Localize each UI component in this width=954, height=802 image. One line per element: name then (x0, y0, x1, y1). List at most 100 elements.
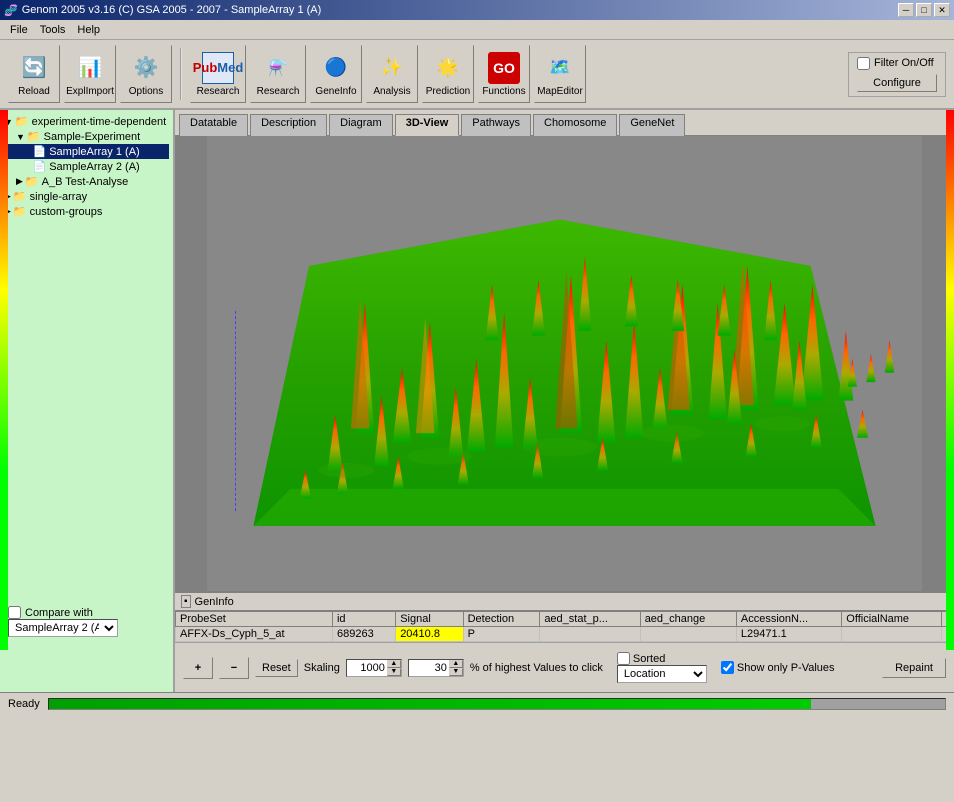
3d-view[interactable] (175, 136, 954, 591)
mapeditor-button[interactable]: 🗺️ MapEditor (534, 45, 586, 103)
filter-label: Filter On/Off (874, 57, 934, 69)
geninfo-table: ProbeSet id Signal Detection aed_stat_p.… (175, 611, 954, 642)
tab-description[interactable]: Description (250, 114, 327, 136)
sidebar-item-ab-test[interactable]: ▶ 📁 A_B Test-Analyse (4, 174, 169, 189)
num-value[interactable] (409, 661, 449, 675)
prediction-label: Prediction (426, 86, 470, 97)
col-official-name: OfficialName (842, 612, 941, 627)
filter-checkbox[interactable] (857, 57, 870, 70)
geneinfo-button[interactable]: 🔵 GeneInfo (310, 45, 362, 103)
medresearch-label: Research (257, 86, 300, 97)
functions-button[interactable]: GO Functions (478, 45, 530, 103)
skaling-input: ▲ ▼ (346, 659, 402, 677)
sorted-checkbox[interactable] (617, 652, 630, 665)
sidebar-item-label: custom-groups (30, 206, 103, 218)
skaling-up[interactable]: ▲ (387, 660, 401, 668)
zoom-out-button[interactable]: − (219, 657, 249, 679)
sidebar-item-custom-groups[interactable]: ▶ 📁 custom-groups (4, 204, 169, 219)
col-signal: Signal (396, 612, 463, 627)
cell-detection: P (463, 627, 540, 642)
menu-tools[interactable]: Tools (34, 22, 72, 38)
titlebar-controls[interactable]: ─ □ ✕ (898, 3, 950, 17)
col-aed-stat: aed_stat_p... (540, 612, 640, 627)
minimize-button[interactable]: ─ (898, 3, 914, 17)
spacer (28, 162, 31, 172)
status-text: Ready (8, 698, 40, 710)
repaint-button[interactable]: Repaint (882, 658, 946, 678)
configure-button[interactable]: Configure (857, 74, 937, 92)
analysis-label: Analysis (373, 86, 410, 97)
reload-label: Reload (18, 86, 50, 97)
analysis-icon: ✨ (376, 52, 408, 84)
pubmed-button[interactable]: Pub Med Research (190, 45, 246, 103)
options-button[interactable]: ⚙️ Options (120, 45, 172, 103)
content-area: Datatable Description Diagram 3D-View Pa… (175, 110, 954, 692)
geneinfo-label: GeneInfo (315, 86, 356, 97)
sidebar-item-label: Sample-Experiment (44, 131, 141, 143)
reload-button[interactable]: 🔄 Reload (8, 45, 60, 103)
cell-probeset: AFFX-Ds_Cyph_5_at (176, 627, 333, 642)
geninfo-title: GenInfo (195, 596, 234, 608)
folder-icon: 📁 (15, 115, 29, 128)
folder-icon: 📁 (27, 130, 41, 143)
tab-pathways[interactable]: Pathways (461, 114, 531, 136)
num-up[interactable]: ▲ (449, 660, 463, 668)
progress-fill (49, 699, 811, 709)
skaling-down[interactable]: ▼ (387, 668, 401, 676)
functions-label: Functions (482, 86, 525, 97)
menu-help[interactable]: Help (71, 22, 106, 38)
compare-row: Compare with (8, 606, 165, 619)
medresearch-button[interactable]: ⚗️ Research (250, 45, 306, 103)
spacer (28, 147, 31, 157)
titlebar-title: 🧬 Genom 2005 v3.16 (C) GSA 2005 - 2007 -… (4, 4, 321, 17)
show-pvalues-checkbox[interactable] (721, 661, 734, 674)
folder-icon: 📁 (13, 190, 27, 203)
tab-diagram[interactable]: Diagram (329, 114, 393, 136)
num-input: ▲ ▼ (408, 659, 464, 677)
skaling-value[interactable] (347, 661, 387, 675)
analysis-button[interactable]: ✨ Analysis (366, 45, 418, 103)
compare-checkbox[interactable] (8, 606, 21, 619)
file-icon: 📄 (33, 160, 47, 173)
explimport-button[interactable]: 📊 ExplImport (64, 45, 116, 103)
num-down[interactable]: ▼ (449, 668, 463, 676)
sidebar-item-sample-experiment[interactable]: ▼ 📁 Sample-Experiment (4, 129, 169, 144)
zoom-in-button[interactable]: + (183, 657, 213, 679)
prediction-icon: 🌟 (432, 52, 464, 84)
options-icon: ⚙️ (130, 52, 162, 84)
geninfo-row[interactable]: AFFX-Ds_Cyph_5_at 689263 20410.8 P L2947… (176, 627, 954, 642)
prediction-button[interactable]: 🌟 Prediction (422, 45, 474, 103)
tab-3dview[interactable]: 3D-View (395, 114, 460, 136)
geninfo-minimize[interactable]: ▪ (181, 595, 191, 608)
location-dropdown[interactable]: Location (617, 665, 707, 683)
col-accession: AccessionN... (736, 612, 841, 627)
pvalues-row: Show only P-Values (721, 661, 835, 674)
pubmed-label: Research (197, 86, 240, 97)
sorted-row: Sorted (617, 652, 707, 665)
close-button[interactable]: ✕ (934, 3, 950, 17)
sidebar-item-samplearray2[interactable]: 📄 SampleArray 2 (A) (4, 159, 169, 174)
sidebar-item-label: SampleArray 2 (A) (49, 161, 139, 173)
sidebar-item-samplearray1[interactable]: 📄 SampleArray 1 (A) (4, 144, 169, 159)
sidebar-item-experiment[interactable]: ▼ 📁 experiment-time-dependent (4, 114, 169, 129)
window-title: Genom 2005 v3.16 (C) GSA 2005 - 2007 - S… (22, 4, 322, 16)
menu-file[interactable]: File (4, 22, 34, 38)
sidebar-item-label: single-array (30, 191, 87, 203)
sidebar-item-label: SampleArray 1 (A) (49, 146, 139, 158)
mapeditor-label: MapEditor (537, 86, 583, 97)
bottombar: + − Reset Skaling ▲ ▼ ▲ ▼ % of hi (175, 642, 954, 692)
cell-aed-change (640, 627, 736, 642)
main-area: ▼ 📁 experiment-time-dependent ▼ 📁 Sample… (0, 110, 954, 692)
tab-datatable[interactable]: Datatable (179, 114, 248, 136)
folder-icon: 📁 (25, 175, 39, 188)
sidebar-item-single-array[interactable]: ▶ 📁 single-array (4, 189, 169, 204)
maximize-button[interactable]: □ (916, 3, 932, 17)
tab-genenet[interactable]: GeneNet (619, 114, 685, 136)
compare-dropdown[interactable]: SampleArray 2 (A) (8, 619, 118, 637)
tab-chomosome[interactable]: Chomosome (533, 114, 617, 136)
cell-accession: L29471.1 (736, 627, 841, 642)
cell-signal: 20410.8 (396, 627, 463, 642)
reset-button[interactable]: Reset (255, 659, 298, 677)
titlebar: 🧬 Genom 2005 v3.16 (C) GSA 2005 - 2007 -… (0, 0, 954, 20)
col-aed-change: aed_change (640, 612, 736, 627)
